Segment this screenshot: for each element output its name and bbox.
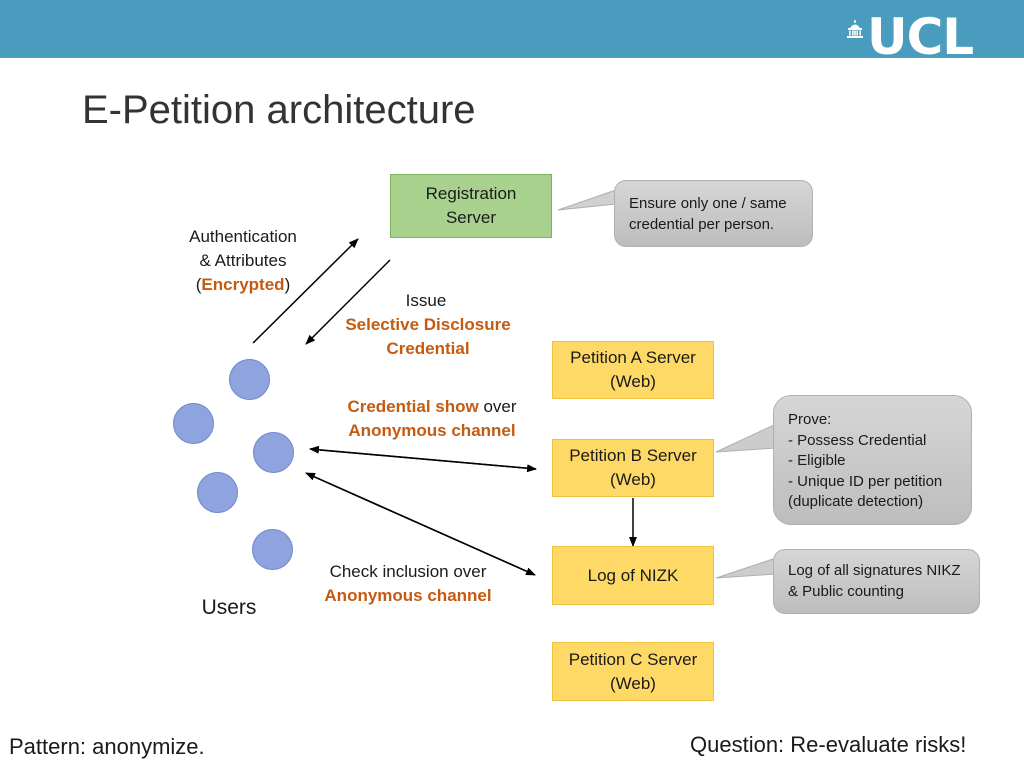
user-node [252,529,293,570]
petition-a-line1: Petition A Server [570,348,696,367]
user-node [197,472,238,513]
log-of-nizk: Log of NIZK [552,546,714,605]
callout-log: Log of all signatures NIKZ & Public coun… [773,549,980,614]
callout-pointer-log [715,557,777,579]
log-of-nizk-label: Log of NIZK [587,565,679,585]
callout-log-line2: & Public counting [788,582,904,600]
petition-b-line2: (Web) [610,470,656,489]
user-node [229,359,270,400]
registration-server-line1: Registration [425,184,517,203]
label-authentication: Authentication & Attributes (Encrypted) [176,225,310,297]
label-auth-paren-close: ) [284,275,291,294]
petition-b-server: Petition B Server (Web) [552,439,714,497]
callout-registration: Ensure only one / same credential per pe… [614,180,813,247]
logo-text: UCL [867,8,974,66]
label-auth-line1: Authentication [189,227,297,246]
callout-prove-line5: (duplicate detection) [788,493,924,510]
label-credential-show: Credential show over Anonymous channel [332,395,532,443]
label-check-highlight: Anonymous channel [324,586,492,605]
registration-server: Registration Server [390,174,552,238]
callout-pointer-petition-b [715,423,777,453]
footer-pattern: Pattern: anonymize. [9,734,205,759]
callout-prove-line2: - Possess Credential [788,431,927,449]
callout-registration-line1: Ensure only one / same [629,195,787,212]
callout-pointer-registration [557,189,617,211]
petition-c-line1: Petition C Server [568,649,698,669]
callout-petition-b: Prove: - Possess Credential - Eligible -… [773,395,972,525]
petition-c-line2: (Web) [610,673,656,693]
label-check-inclusion: Check inclusion over Anonymous channel [308,560,508,608]
label-show-highlight2: Anonymous channel [348,421,516,440]
petition-a-server: Petition A Server (Web) [552,341,714,399]
petition-b-line1: Petition B Server [569,446,697,465]
label-auth-line2: & Attributes [199,251,287,270]
label-auth-encrypted: Encrypted [201,275,285,294]
ucl-logo: UCL [845,8,995,66]
callout-registration-line2: credential per person. [629,215,775,233]
label-show-highlight1: Credential show [347,397,479,416]
callout-log-line1: Log of all signatures NIKZ [788,562,961,579]
label-issue-highlight1: Selective Disclosure [345,315,511,334]
callout-prove-line4: - Unique ID per petition [788,472,943,490]
header-bar: UCL [0,0,1024,66]
callout-prove-line1: Prove: [788,411,832,428]
registration-server-line2: Server [445,208,497,227]
footer-question: Question: Re-evaluate risks! [690,732,967,757]
label-issue-highlight2: Credential [386,339,470,358]
portico-dome-icon [847,20,863,38]
user-node [173,403,214,444]
label-check-line1: Check inclusion over [329,562,487,581]
slide-title: E-Petition architecture [82,88,476,132]
arrow-show-to-petition-b [319,449,537,473]
petition-c-server: Petition C Server (Web) [552,642,714,701]
label-issue: Issue Selective Disclosure Credential [335,289,521,361]
petition-a-line2: (Web) [610,372,656,391]
users-label: Users [201,596,257,619]
label-show-plain: over [478,397,517,416]
label-issue-line1: Issue [405,291,447,310]
user-node [253,432,294,473]
arrow-show-to-users [309,445,537,470]
callout-prove-line3: - Eligible [788,452,846,469]
